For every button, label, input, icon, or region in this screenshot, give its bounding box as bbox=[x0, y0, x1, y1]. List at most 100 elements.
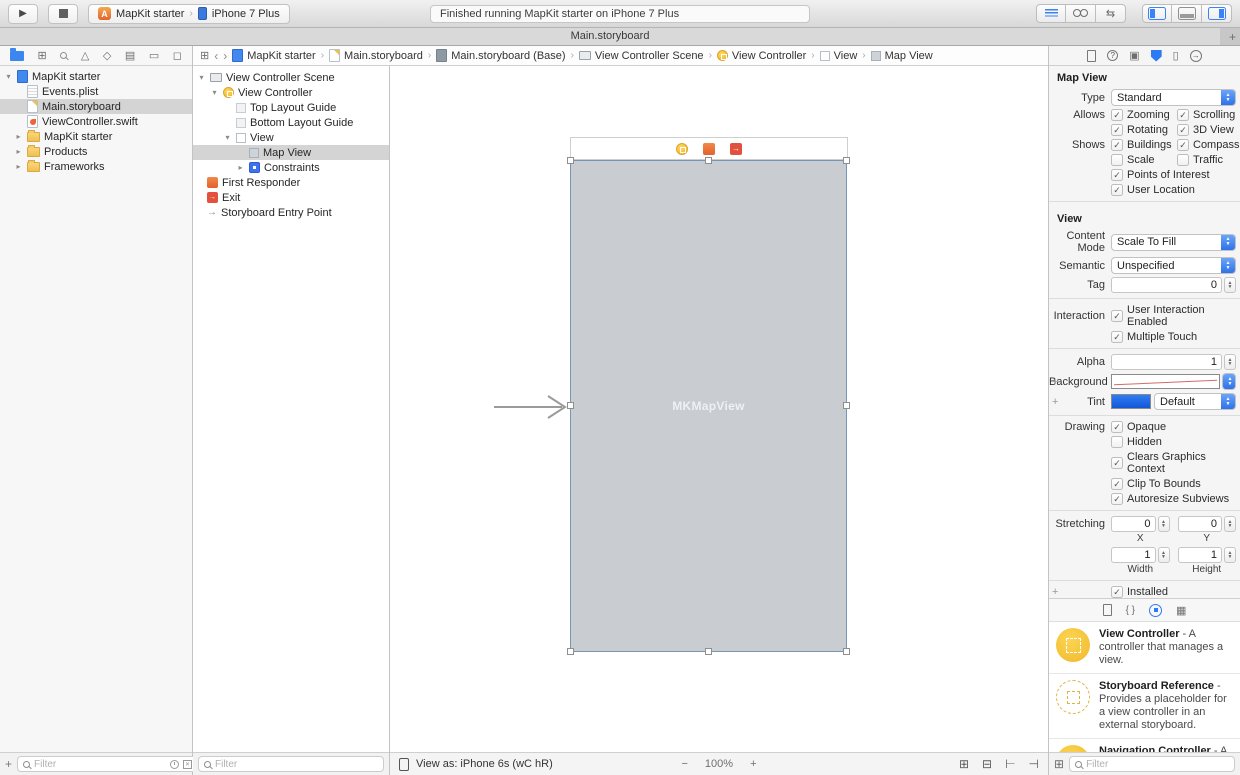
toggle-navigator-button[interactable] bbox=[1142, 4, 1172, 23]
checkbox[interactable]: ✓ bbox=[1111, 586, 1123, 598]
breakpoint-navigator-icon[interactable]: ▭ bbox=[149, 49, 159, 62]
source-control-filter-icon[interactable]: ✕ bbox=[183, 759, 193, 769]
search-navigator-icon[interactable] bbox=[60, 52, 68, 59]
resize-handle[interactable] bbox=[567, 648, 574, 655]
checkbox-buildings[interactable]: ✓ Buildings bbox=[1111, 139, 1177, 151]
disclosure-open-icon[interactable]: ▾ bbox=[197, 73, 206, 82]
checkbox-zooming[interactable]: ✓ Zooming bbox=[1111, 109, 1177, 121]
checkbox[interactable]: ✓ bbox=[1177, 139, 1189, 151]
disclosure-open-icon[interactable]: ▾ bbox=[4, 72, 13, 81]
outline-item-constraints[interactable]: ▸ Constraints bbox=[193, 160, 389, 175]
checkbox[interactable]: ✓ bbox=[1111, 169, 1123, 181]
file-inspector-icon[interactable] bbox=[1087, 49, 1097, 62]
map-type-popup[interactable]: Standard ▲ ▼ bbox=[1111, 89, 1236, 106]
add-attribute-icon[interactable]: + bbox=[1052, 396, 1058, 408]
outline-item-first-responder[interactable]: First Responder bbox=[193, 175, 389, 190]
checkbox[interactable]: ✓ bbox=[1111, 421, 1123, 433]
library-view-mode-icon[interactable]: ⊞ bbox=[1054, 757, 1064, 771]
checkbox-autoresize-subviews[interactable]: ✓ Autoresize Subviews bbox=[1111, 493, 1229, 505]
checkbox-3d-view[interactable]: ✓ 3D View bbox=[1177, 124, 1234, 136]
map-view-selected[interactable]: MKMapView bbox=[567, 157, 850, 655]
assistant-editor-button[interactable] bbox=[1066, 4, 1096, 23]
breadcrumb-project[interactable]: MapKit starter bbox=[232, 49, 316, 62]
checkbox[interactable]: ✓ bbox=[1177, 109, 1189, 121]
standard-editor-button[interactable] bbox=[1036, 4, 1066, 23]
run-button[interactable]: ▶ bbox=[8, 3, 38, 24]
outline-item-view-controller[interactable]: ▾ View Controller bbox=[193, 85, 389, 100]
zoom-out-button[interactable]: − bbox=[681, 758, 687, 770]
scheme-selector[interactable]: A MapKit starter › iPhone 7 Plus bbox=[88, 3, 290, 24]
breadcrumb-storyboard-base[interactable]: Main.storyboard (Base) bbox=[436, 49, 566, 62]
alpha-field[interactable]: 1 bbox=[1111, 354, 1222, 370]
stretch-x-stepper[interactable]: ▲ ▼ bbox=[1157, 516, 1170, 532]
outline-item-view[interactable]: ▾ View bbox=[193, 130, 389, 145]
add-file-button[interactable]: + bbox=[5, 757, 12, 771]
filter-input[interactable] bbox=[215, 758, 378, 770]
outline-item-bottom-layout-guide[interactable]: Bottom Layout Guide bbox=[193, 115, 389, 130]
checkbox-traffic[interactable]: Traffic bbox=[1177, 154, 1223, 166]
disclosure-closed-icon[interactable]: ▸ bbox=[14, 162, 23, 171]
checkbox[interactable] bbox=[1177, 154, 1189, 166]
checkbox-clip-to-bounds[interactable]: ✓ Clip To Bounds bbox=[1111, 478, 1201, 490]
stretch-y-field[interactable]: 0 bbox=[1177, 516, 1222, 532]
stretch-x-field[interactable]: 0 bbox=[1111, 516, 1156, 532]
checkbox[interactable]: ✓ bbox=[1177, 124, 1189, 136]
breadcrumb-view[interactable]: View bbox=[819, 50, 857, 62]
breadcrumb-scene[interactable]: View Controller Scene bbox=[578, 50, 704, 62]
add-tab-button[interactable]: + bbox=[1229, 29, 1236, 45]
stack-button[interactable]: ⊞ bbox=[959, 757, 969, 771]
nav-item-group-mapkit-starter[interactable]: ▸ MapKit starter bbox=[0, 129, 192, 144]
library-item-storyboard-reference[interactable]: Storyboard Reference - Provides a placeh… bbox=[1049, 674, 1240, 739]
code-snippet-library-icon[interactable]: { } bbox=[1126, 605, 1135, 616]
outline-item-map-view[interactable]: Map View bbox=[193, 145, 389, 160]
checkbox-opaque[interactable]: ✓ Opaque bbox=[1111, 421, 1166, 433]
checkbox[interactable]: ✓ bbox=[1111, 109, 1123, 121]
exit-icon[interactable]: → bbox=[730, 142, 742, 155]
checkbox-compass[interactable]: ✓ Compass bbox=[1177, 139, 1239, 151]
checkbox[interactable]: ✓ bbox=[1111, 139, 1123, 151]
checkbox-installed[interactable]: ✓ Installed bbox=[1111, 586, 1168, 598]
filter-input[interactable] bbox=[34, 758, 167, 770]
library-item-navigation-controller[interactable]: Navigation Controller - A controller tha… bbox=[1049, 739, 1240, 752]
checkbox-clears-graphics-context[interactable]: ✓ Clears Graphics Context bbox=[1111, 451, 1236, 475]
tint-popup[interactable]: Default ▲ ▼ bbox=[1154, 393, 1236, 410]
filter-input[interactable] bbox=[1086, 758, 1229, 770]
file-template-library-icon[interactable] bbox=[1102, 604, 1112, 616]
checkbox[interactable] bbox=[1111, 436, 1123, 448]
background-color-well[interactable] bbox=[1111, 374, 1220, 389]
library-item-view-controller[interactable]: View Controller - A controller that mana… bbox=[1049, 622, 1240, 674]
outline-item-entry-point[interactable]: → Storyboard Entry Point bbox=[193, 205, 389, 220]
disclosure-closed-icon[interactable]: ▸ bbox=[14, 147, 23, 156]
align-button[interactable]: ⊟ bbox=[982, 757, 992, 771]
resolve-auto-layout-button[interactable]: ⊣ bbox=[1029, 757, 1039, 771]
alpha-stepper[interactable]: ▲ ▼ bbox=[1224, 354, 1236, 370]
issue-navigator-icon[interactable]: △ bbox=[81, 49, 89, 62]
checkbox-multiple-touch[interactable]: ✓ Multiple Touch bbox=[1111, 331, 1197, 343]
toggle-utilities-button[interactable] bbox=[1202, 4, 1232, 23]
outline-item-top-layout-guide[interactable]: Top Layout Guide bbox=[193, 100, 389, 115]
checkbox[interactable]: ✓ bbox=[1111, 457, 1123, 469]
disclosure-open-icon[interactable]: ▾ bbox=[210, 88, 219, 97]
forward-button[interactable]: › bbox=[223, 49, 227, 63]
disclosure-closed-icon[interactable]: ▸ bbox=[236, 163, 245, 172]
pin-button[interactable]: ⊢ bbox=[1005, 757, 1015, 771]
quick-help-inspector-icon[interactable]: ? bbox=[1107, 50, 1119, 61]
resize-handle[interactable] bbox=[843, 157, 850, 164]
checkbox-scale[interactable]: Scale bbox=[1111, 154, 1177, 166]
nav-item-project-root[interactable]: ▾ MapKit starter bbox=[0, 69, 192, 84]
nav-item-group-products[interactable]: ▸ Products bbox=[0, 144, 192, 159]
checkbox[interactable]: ✓ bbox=[1111, 124, 1123, 136]
tint-color-swatch[interactable] bbox=[1111, 394, 1151, 409]
test-navigator-icon[interactable]: ◇ bbox=[103, 49, 111, 62]
breadcrumb-view-controller[interactable]: View Controller bbox=[716, 50, 806, 62]
stretch-width-stepper[interactable]: ▲ ▼ bbox=[1157, 547, 1170, 563]
report-navigator-icon[interactable]: ◻ bbox=[173, 49, 182, 62]
toggle-debug-area-button[interactable] bbox=[1172, 4, 1202, 23]
content-mode-popup[interactable]: Scale To Fill ▲ ▼ bbox=[1111, 233, 1236, 251]
outline-item-scene[interactable]: ▾ View Controller Scene bbox=[193, 70, 389, 85]
nav-item-group-frameworks[interactable]: ▸ Frameworks bbox=[0, 159, 192, 174]
tag-field[interactable]: 0 bbox=[1111, 277, 1222, 293]
tag-stepper[interactable]: ▲ ▼ bbox=[1224, 277, 1236, 293]
checkbox[interactable]: ✓ bbox=[1111, 478, 1123, 490]
view-as-button[interactable]: View as: iPhone 6s (wC hR) bbox=[416, 758, 553, 770]
